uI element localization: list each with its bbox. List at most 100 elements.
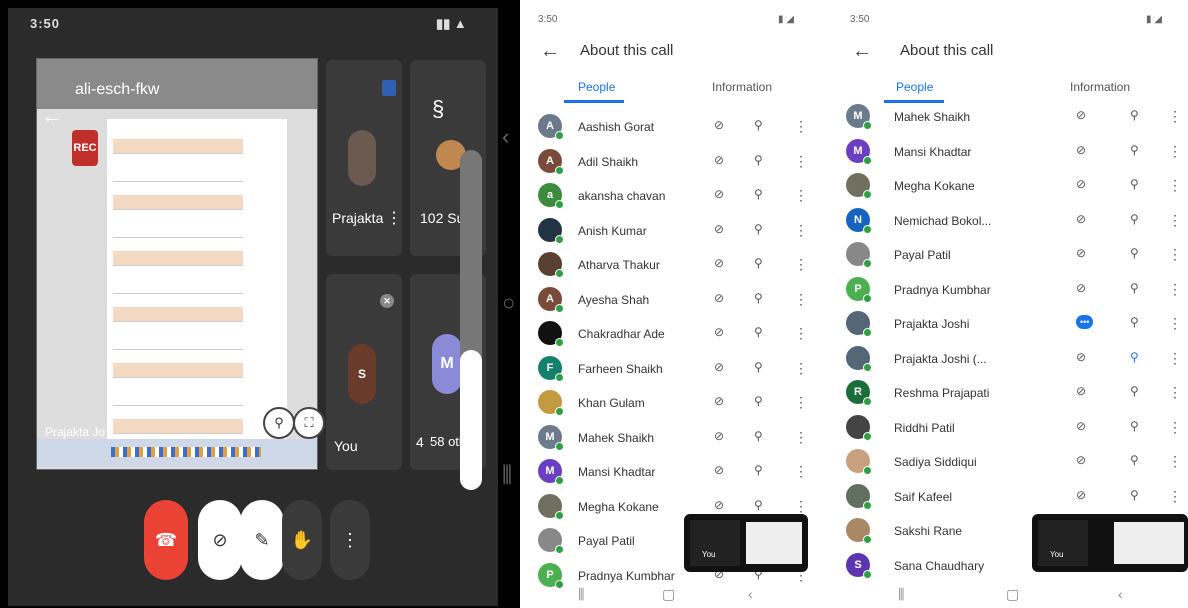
tab-information[interactable]: Information [712, 80, 772, 94]
more-options-icon[interactable]: ⋮ [794, 463, 808, 480]
more-options-icon[interactable]: ⋮ [1168, 212, 1182, 229]
more-options-icon[interactable]: ⋮ [1168, 143, 1182, 160]
pin-icon[interactable]: ⚲ [754, 360, 763, 374]
pin-icon[interactable]: ⚲ [1130, 384, 1139, 398]
more-options-icon[interactable]: ⋮ [794, 394, 808, 411]
mic-off-icon[interactable]: ⊘ [714, 118, 724, 132]
mic-off-icon[interactable]: ⊘ [714, 222, 724, 236]
mic-off-icon[interactable]: ⊘ [1076, 453, 1086, 467]
nav-back-icon[interactable]: ‹ [502, 124, 509, 150]
more-options-icon[interactable]: ⋮ [1168, 177, 1182, 194]
mic-off-icon[interactable]: ⊘ [1076, 143, 1086, 157]
participant-tile[interactable]: Prajakta ⋮ [326, 60, 402, 256]
camera-off-button[interactable]: ⊘ [198, 500, 242, 580]
nav-back-icon[interactable]: ‹ [748, 586, 753, 602]
more-options-icon[interactable]: ⋮ [1168, 350, 1182, 367]
more-options-icon[interactable]: ⋮ [794, 153, 808, 170]
more-options-icon[interactable]: ⋮ [1168, 419, 1182, 436]
more-options-icon[interactable]: ⋮ [794, 291, 808, 308]
nav-home-icon[interactable]: ▢ [662, 586, 675, 603]
mic-off-icon[interactable]: ⊘ [714, 394, 724, 408]
pin-icon[interactable]: ⚲ [754, 325, 763, 339]
pin-icon[interactable]: ⚲ [1130, 488, 1139, 502]
more-options-icon[interactable]: ⋮ [794, 187, 808, 204]
pin-icon[interactable]: ⚲ [1130, 177, 1139, 191]
more-options-icon[interactable]: ⋮ [1168, 108, 1182, 125]
mic-off-icon[interactable]: ⊘ [1076, 419, 1086, 433]
more-options-icon[interactable]: ⋮ [386, 208, 402, 228]
mic-off-icon[interactable]: ⊘ [714, 187, 724, 201]
pin-icon[interactable]: ⚲ [754, 153, 763, 167]
self-preview[interactable]: You [684, 514, 808, 572]
mic-off-icon[interactable]: ⊘ [714, 256, 724, 270]
more-options-icon[interactable]: ⋮ [1168, 281, 1182, 298]
nav-home-icon[interactable]: ▢ [1006, 586, 1019, 603]
pin-icon[interactable]: ⚲ [1130, 419, 1139, 433]
more-options-icon[interactable]: ⋮ [794, 498, 808, 515]
more-options-button[interactable]: ⋮ [330, 500, 370, 580]
side-slider[interactable] [460, 150, 482, 490]
back-arrow-icon[interactable]: ← [540, 40, 560, 63]
more-options-icon[interactable]: ⋮ [794, 222, 808, 239]
mic-off-icon[interactable]: ⊘ [714, 429, 724, 443]
pin-icon[interactable]: ⚲ [1130, 108, 1139, 122]
mic-off-icon[interactable]: ⊘ [1076, 281, 1086, 295]
mic-off-icon[interactable]: ⊘ [1076, 350, 1086, 364]
mic-off-icon[interactable]: ⊘ [1076, 246, 1086, 260]
pin-icon[interactable]: ⚲ [754, 291, 763, 305]
pin-icon[interactable]: ⚲ [754, 498, 763, 512]
pin-icon[interactable]: ⚲ [754, 394, 763, 408]
tab-information[interactable]: Information [1070, 80, 1130, 94]
mic-off-icon[interactable]: ⊘ [714, 325, 724, 339]
more-options-icon[interactable]: ⋮ [1168, 384, 1182, 401]
nav-recents-icon[interactable]: ⫼ [898, 586, 904, 603]
mic-off-icon[interactable]: ⊘ [714, 291, 724, 305]
pin-icon[interactable]: ⚲ [754, 118, 763, 132]
pin-icon[interactable]: ⚲ [263, 407, 295, 439]
mic-off-icon[interactable]: ⊘ [714, 360, 724, 374]
back-arrow-icon[interactable]: ← [852, 40, 872, 63]
self-tile[interactable]: S You ✕ [326, 274, 402, 470]
nav-recents-icon[interactable]: ⫼ [502, 462, 512, 488]
more-options-icon[interactable]: ⋮ [794, 256, 808, 273]
mic-off-icon[interactable]: ⊘ [1076, 212, 1086, 226]
more-options-icon[interactable]: ⋮ [1168, 246, 1182, 263]
pin-icon[interactable]: ⚲ [754, 187, 763, 201]
more-options-icon[interactable]: ⋮ [794, 360, 808, 377]
end-call-button[interactable]: ☎ [144, 500, 188, 580]
tab-people[interactable]: People [578, 80, 615, 94]
more-options-icon[interactable]: ⋮ [794, 118, 808, 135]
more-options-icon[interactable]: ⋮ [794, 429, 808, 446]
pin-icon[interactable]: ⚲ [1130, 246, 1139, 260]
fullscreen-icon[interactable]: ⛶ [293, 407, 325, 439]
more-options-icon[interactable]: ⋮ [1168, 453, 1182, 470]
screen-share-tile[interactable]: ali-esch-fkw ← Prajakta Jo ⚲ ⛶ [36, 58, 325, 470]
pin-icon[interactable]: ⚲ [754, 256, 763, 270]
mic-off-icon[interactable]: ⊘ [1076, 108, 1086, 122]
more-options-icon[interactable]: ⋮ [1168, 315, 1182, 332]
pin-icon[interactable]: ⚲ [1130, 281, 1139, 295]
mic-off-icon[interactable]: ⊘ [714, 463, 724, 477]
tab-people[interactable]: People [896, 80, 933, 94]
nav-home-icon[interactable]: ○ [502, 290, 515, 316]
pin-icon[interactable]: ⚲ [754, 463, 763, 477]
raise-hand-button[interactable]: ✋ [282, 500, 322, 580]
mic-off-button[interactable]: ✎ [240, 500, 284, 580]
nav-back-icon[interactable]: ‹ [1118, 586, 1123, 602]
mic-off-icon[interactable]: ⊘ [714, 153, 724, 167]
nav-recents-icon[interactable]: ⫼ [578, 586, 584, 603]
more-options-icon[interactable]: ⋮ [1168, 488, 1182, 505]
back-arrow-icon[interactable]: ← [41, 103, 63, 129]
pin-icon[interactable]: ⚲ [1130, 453, 1139, 467]
self-preview[interactable]: You [1032, 514, 1188, 572]
mic-off-icon[interactable]: ⊘ [714, 498, 724, 512]
pin-icon[interactable]: ⚲ [1130, 315, 1139, 329]
mic-off-icon[interactable]: ⊘ [1076, 488, 1086, 502]
pin-icon[interactable]: ⚲ [1130, 143, 1139, 157]
pin-icon[interactable]: ⚲ [1130, 350, 1139, 364]
pin-icon[interactable]: ⚲ [1130, 212, 1139, 226]
more-options-icon[interactable]: ⋮ [794, 325, 808, 342]
speaking-icon[interactable]: ••• [1076, 315, 1094, 329]
mic-off-icon[interactable]: ⊘ [1076, 384, 1086, 398]
mic-off-icon[interactable]: ⊘ [1076, 177, 1086, 191]
